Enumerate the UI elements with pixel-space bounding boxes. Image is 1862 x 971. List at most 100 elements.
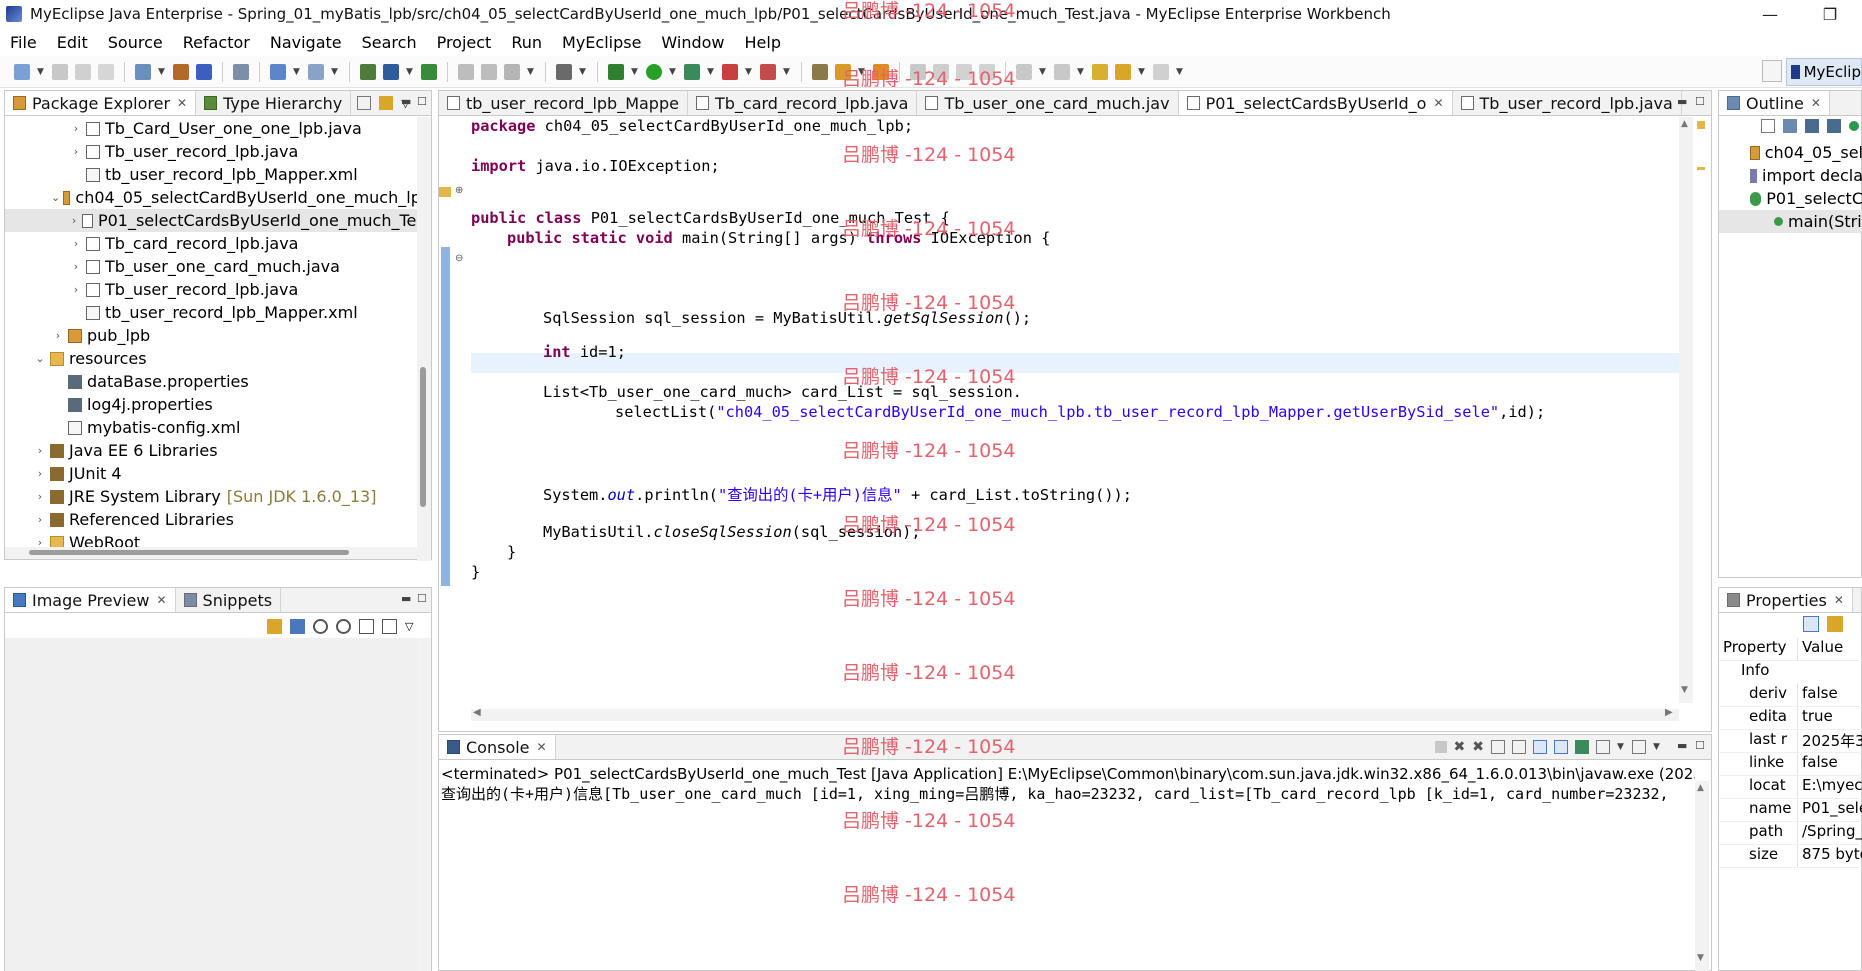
tree-item[interactable]: › Tb_user_one_card_much.java bbox=[5, 255, 431, 278]
close-icon[interactable]: ✕ bbox=[1811, 96, 1821, 110]
terminate-icon[interactable] bbox=[1434, 741, 1447, 753]
console-output[interactable]: <terminated> P01_selectCardsByUserId_one… bbox=[439, 761, 1695, 971]
minimize-view-icon[interactable]: ▬ bbox=[401, 592, 411, 605]
expand-arrow-icon[interactable]: › bbox=[69, 260, 83, 273]
collapse-all-icon[interactable] bbox=[357, 96, 372, 110]
editor-vscrollbar[interactable]: ▲ ▼ bbox=[1679, 117, 1693, 703]
back-icon[interactable] bbox=[1115, 63, 1131, 80]
minimize-view-icon[interactable]: ▬ bbox=[401, 95, 411, 108]
scroll-thumb[interactable] bbox=[29, 550, 349, 555]
debug-icon[interactable] bbox=[608, 63, 624, 80]
browser-icon[interactable] bbox=[308, 63, 324, 80]
coverage-icon[interactable] bbox=[722, 63, 738, 80]
open-type-icon[interactable] bbox=[360, 63, 376, 80]
save-icon[interactable] bbox=[52, 63, 68, 80]
search-dropdown-icon[interactable]: ▼ bbox=[527, 67, 535, 77]
menu-run[interactable]: Run bbox=[501, 33, 552, 52]
coverage-dropdown-icon[interactable]: ▼ bbox=[745, 67, 753, 77]
open-console-icon[interactable] bbox=[1632, 740, 1646, 754]
remove-all-icon[interactable]: ✖ bbox=[1472, 739, 1484, 755]
profile-dropdown-icon[interactable]: ▼ bbox=[783, 67, 791, 77]
fold-expand-icon[interactable]: ⊕ bbox=[455, 185, 463, 196]
zoom-in-icon[interactable] bbox=[336, 619, 351, 634]
new-icon[interactable] bbox=[14, 63, 30, 80]
tab-package-explorer[interactable]: Package Explorer ✕ bbox=[5, 91, 197, 115]
close-icon[interactable]: ✕ bbox=[177, 96, 187, 110]
expand-arrow-icon[interactable]: › bbox=[33, 513, 47, 526]
view-menu-icon[interactable]: ▽ bbox=[405, 620, 413, 633]
maximize-view-icon[interactable]: ☐ bbox=[1695, 95, 1705, 108]
property-row[interactable]: size875 byte bbox=[1719, 845, 1862, 868]
back-dropdown-icon[interactable]: ▼ bbox=[1138, 67, 1146, 77]
minimize-view-icon[interactable]: ▬ bbox=[1677, 95, 1687, 108]
close-icon[interactable]: ✕ bbox=[156, 593, 166, 607]
property-row[interactable]: edita true bbox=[1719, 707, 1862, 730]
run-dropdown-icon[interactable]: ▼ bbox=[669, 67, 677, 77]
outline-item[interactable]: P01_selectC bbox=[1719, 187, 1862, 210]
show-advanced-icon[interactable] bbox=[1827, 616, 1843, 632]
expand-arrow-icon[interactable]: › bbox=[33, 490, 47, 503]
profile-icon[interactable] bbox=[760, 63, 776, 80]
scroll-down-icon[interactable]: ▼ bbox=[1697, 953, 1704, 963]
property-row[interactable]: name P01_sele bbox=[1719, 799, 1862, 822]
property-row[interactable]: last r 2025年3 bbox=[1719, 730, 1862, 753]
run-external-icon[interactable] bbox=[684, 63, 700, 80]
web-service-icon[interactable] bbox=[270, 63, 286, 80]
forward-icon[interactable] bbox=[1153, 63, 1169, 80]
menu-help[interactable]: Help bbox=[735, 33, 791, 52]
scroll-left-icon[interactable]: ◀ bbox=[473, 707, 481, 718]
console-vscrollbar[interactable]: ▲ ▼ bbox=[1695, 781, 1709, 971]
show-categories-icon[interactable] bbox=[1803, 616, 1819, 632]
link-with-editor-icon[interactable] bbox=[379, 96, 394, 110]
editor-hscrollbar[interactable]: ◀ ▶ bbox=[471, 707, 1679, 721]
property-row[interactable]: locat E:\myecl bbox=[1719, 776, 1862, 799]
server-icon[interactable] bbox=[196, 63, 212, 80]
collapse-all-icon[interactable] bbox=[1761, 119, 1775, 133]
close-icon[interactable]: ✕ bbox=[1433, 96, 1443, 110]
property-row[interactable]: deriv false bbox=[1719, 684, 1862, 707]
new-dropdown-icon[interactable]: ▼ bbox=[37, 67, 45, 77]
expand-arrow-icon[interactable]: › bbox=[33, 467, 47, 480]
perspective-myeclipse[interactable]: MyEclip bbox=[1786, 58, 1862, 86]
menu-window[interactable]: Window bbox=[651, 33, 734, 52]
tree-item[interactable]: ⌄ ch04_05_selectCardByUserId_one_much_lpb bbox=[5, 186, 431, 209]
deploy-icon[interactable] bbox=[173, 63, 189, 80]
menu-search[interactable]: Search bbox=[352, 33, 427, 52]
actual-size-icon[interactable] bbox=[359, 619, 374, 634]
browser-dropdown-icon[interactable]: ▼ bbox=[331, 67, 339, 77]
camera-dropdown-icon[interactable]: ▼ bbox=[579, 67, 587, 77]
new-project-dropdown-icon[interactable]: ▼ bbox=[158, 67, 166, 77]
tree-item[interactable]: › Tb_Card_User_one_one_lpb.java bbox=[5, 117, 431, 140]
hide-static-icon[interactable] bbox=[1827, 119, 1841, 133]
display-console-icon[interactable] bbox=[1596, 740, 1610, 754]
print-icon[interactable] bbox=[98, 63, 114, 80]
tree-item[interactable]: › Tb_card_record_lpb.java bbox=[5, 232, 431, 255]
scroll-right-icon[interactable]: ▶ bbox=[1665, 707, 1673, 718]
run-external-dropdown-icon[interactable]: ▼ bbox=[707, 67, 715, 77]
expand-arrow-icon[interactable]: › bbox=[69, 237, 83, 250]
restore-button[interactable]: ❐ bbox=[1800, 0, 1860, 28]
scroll-down-icon[interactable]: ▼ bbox=[1681, 685, 1688, 695]
collapse-arrow-icon[interactable]: ⌄ bbox=[33, 352, 47, 365]
tree-item-selected[interactable]: › P01_selectCardsByUserId_one_much_Test bbox=[5, 209, 431, 232]
open-perspective-icon[interactable] bbox=[1762, 60, 1782, 82]
menu-project[interactable]: Project bbox=[427, 33, 502, 52]
pencil-icon[interactable] bbox=[933, 63, 949, 80]
sync-icon[interactable] bbox=[267, 619, 282, 634]
editor-tab-active[interactable]: P01_selectCardsByUserId_o ✕ bbox=[1178, 91, 1453, 115]
collapse-arrow-icon[interactable]: ⌄ bbox=[51, 191, 60, 204]
expand-arrow-icon[interactable]: › bbox=[69, 145, 83, 158]
tree-item[interactable]: log4j.properties bbox=[5, 393, 431, 416]
bookmark-icon[interactable] bbox=[835, 63, 851, 80]
code-editor[interactable]: package ch04_05_selectCardByUserId_one_m… bbox=[471, 117, 1681, 701]
outline-item-selected[interactable]: main(Stri bbox=[1719, 210, 1862, 233]
tab-outline[interactable]: Outline ✕ bbox=[1719, 91, 1830, 115]
fit-image-icon[interactable] bbox=[290, 619, 305, 634]
tree-item[interactable]: mybatis-config.xml bbox=[5, 416, 431, 439]
editor-tab[interactable]: Tb_user_record_lpb.java bbox=[1453, 91, 1682, 115]
web-service-dropdown-icon[interactable]: ▼ bbox=[293, 67, 301, 77]
tree-item[interactable]: tb_user_record_lpb_Mapper.xml bbox=[5, 301, 431, 324]
image-preview-vscrollbar[interactable] bbox=[417, 638, 431, 971]
display-console-dropdown-icon[interactable]: ▼ bbox=[1617, 742, 1625, 752]
minimize-button[interactable]: — bbox=[1740, 0, 1800, 28]
